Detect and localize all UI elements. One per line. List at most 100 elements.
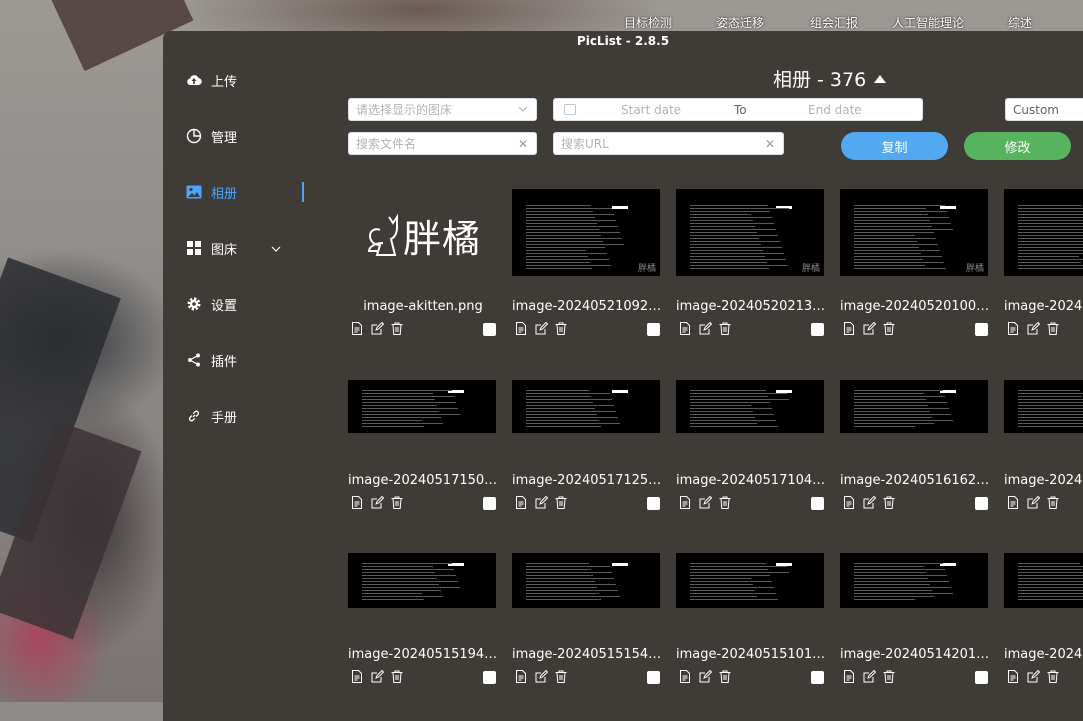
- date-range-picker[interactable]: Start date To End date: [553, 98, 923, 121]
- delete-icon[interactable]: [882, 669, 896, 683]
- edit-button[interactable]: 修改: [964, 132, 1071, 160]
- file-info-icon[interactable]: [1006, 669, 1020, 683]
- image-thumbnail[interactable]: 胖橘: [348, 189, 496, 281]
- image-actions: [1006, 321, 1060, 335]
- copy-button[interactable]: 复制: [841, 132, 948, 160]
- select-checkbox[interactable]: [975, 497, 988, 510]
- edit-icon[interactable]: [862, 495, 876, 509]
- delete-icon[interactable]: [390, 669, 404, 683]
- file-info-icon[interactable]: [842, 321, 856, 335]
- image-thumbnail[interactable]: [840, 380, 988, 433]
- image-thumbnail[interactable]: [840, 553, 988, 608]
- delete-icon[interactable]: [718, 321, 732, 335]
- edit-icon[interactable]: [698, 321, 712, 335]
- select-checkbox[interactable]: [811, 671, 824, 684]
- edit-icon[interactable]: [370, 495, 384, 509]
- file-info-icon[interactable]: [350, 669, 364, 683]
- clear-icon[interactable]: ✕: [518, 137, 528, 151]
- delete-icon[interactable]: [554, 669, 568, 683]
- desktop-menu-item[interactable]: 人工智能理论: [892, 14, 964, 31]
- image-thumbnail[interactable]: [676, 380, 824, 433]
- desktop-menu-item[interactable]: 综述: [1008, 14, 1032, 31]
- sidebar-item-plugins[interactable]: 插件: [185, 348, 237, 372]
- delete-icon[interactable]: [554, 321, 568, 335]
- image-thumbnail[interactable]: 胖橘: [840, 189, 988, 276]
- select-checkbox[interactable]: [483, 323, 496, 336]
- edit-icon[interactable]: [370, 669, 384, 683]
- select-checkbox[interactable]: [975, 323, 988, 336]
- image-thumbnail[interactable]: [348, 380, 496, 433]
- edit-icon[interactable]: [370, 321, 384, 335]
- edit-icon[interactable]: [534, 321, 548, 335]
- file-info-icon[interactable]: [514, 495, 528, 509]
- file-info-icon[interactable]: [1006, 495, 1020, 509]
- image-thumbnail[interactable]: [1004, 553, 1083, 608]
- image-thumbnail[interactable]: [512, 380, 660, 433]
- edit-icon[interactable]: [862, 669, 876, 683]
- edit-icon[interactable]: [1026, 321, 1040, 335]
- sidebar-item-manual[interactable]: 手册: [185, 404, 237, 428]
- chevron-down-icon[interactable]: [271, 241, 281, 256]
- edit-icon[interactable]: [1026, 669, 1040, 683]
- select-checkbox[interactable]: [811, 323, 824, 336]
- triangle-up-icon[interactable]: [874, 74, 887, 83]
- file-info-icon[interactable]: [842, 669, 856, 683]
- file-info-icon[interactable]: [514, 321, 528, 335]
- file-name: image-20240: [1004, 647, 1083, 662]
- edit-icon[interactable]: [698, 669, 712, 683]
- image-thumbnail[interactable]: 胖橘: [512, 189, 660, 276]
- file-info-icon[interactable]: [678, 321, 692, 335]
- edit-icon[interactable]: [534, 669, 548, 683]
- delete-icon[interactable]: [1046, 495, 1060, 509]
- select-checkbox[interactable]: [811, 497, 824, 510]
- image-thumbnail[interactable]: [676, 553, 824, 608]
- delete-icon[interactable]: [390, 495, 404, 509]
- file-info-icon[interactable]: [678, 669, 692, 683]
- end-date-input[interactable]: End date: [808, 103, 862, 117]
- delete-icon[interactable]: [718, 495, 732, 509]
- edit-icon[interactable]: [862, 321, 876, 335]
- delete-icon[interactable]: [718, 669, 732, 683]
- sidebar-item-picbed[interactable]: 图床: [185, 236, 281, 260]
- image-thumbnail[interactable]: 胖橘: [676, 189, 824, 276]
- delete-icon[interactable]: [1046, 669, 1060, 683]
- image-thumbnail[interactable]: [512, 553, 660, 608]
- clear-icon[interactable]: ✕: [765, 137, 775, 151]
- image-thumbnail[interactable]: 胖橘: [1004, 189, 1083, 276]
- delete-icon[interactable]: [554, 495, 568, 509]
- picbed-select[interactable]: 请选择显示的图床: [348, 98, 537, 121]
- sidebar-item-settings[interactable]: 设置: [185, 292, 237, 316]
- edit-icon[interactable]: [534, 495, 548, 509]
- file-info-icon[interactable]: [350, 495, 364, 509]
- sidebar-item-upload[interactable]: 上传: [185, 68, 237, 92]
- select-checkbox[interactable]: [483, 497, 496, 510]
- image-thumbnail[interactable]: [348, 553, 496, 608]
- desktop-menu-item[interactable]: 组会汇报: [810, 14, 858, 31]
- edit-icon[interactable]: [1026, 495, 1040, 509]
- file-info-icon[interactable]: [350, 321, 364, 335]
- desktop-menu-item[interactable]: 目标检测: [624, 14, 672, 31]
- delete-icon[interactable]: [882, 495, 896, 509]
- search-filename-input[interactable]: 搜索文件名 ✕: [348, 132, 537, 155]
- edit-icon[interactable]: [698, 495, 712, 509]
- delete-icon[interactable]: [882, 321, 896, 335]
- select-checkbox[interactable]: [647, 497, 660, 510]
- custom-select[interactable]: Custom: [1005, 98, 1083, 121]
- select-checkbox[interactable]: [647, 323, 660, 336]
- start-date-input[interactable]: Start date: [621, 103, 681, 117]
- file-info-icon[interactable]: [842, 495, 856, 509]
- image-actions: [678, 495, 732, 509]
- file-info-icon[interactable]: [678, 495, 692, 509]
- delete-icon[interactable]: [1046, 321, 1060, 335]
- file-info-icon[interactable]: [1006, 321, 1020, 335]
- image-thumbnail[interactable]: [1004, 380, 1083, 433]
- select-checkbox[interactable]: [647, 671, 660, 684]
- sidebar-item-manage[interactable]: 管理: [185, 124, 237, 148]
- delete-icon[interactable]: [390, 321, 404, 335]
- file-info-icon[interactable]: [514, 669, 528, 683]
- select-checkbox[interactable]: [483, 671, 496, 684]
- select-checkbox[interactable]: [975, 671, 988, 684]
- desktop-menu-item[interactable]: 姿态迁移: [716, 14, 764, 31]
- sidebar-item-gallery[interactable]: 相册: [185, 180, 237, 204]
- search-url-input[interactable]: 搜索URL ✕: [553, 132, 784, 155]
